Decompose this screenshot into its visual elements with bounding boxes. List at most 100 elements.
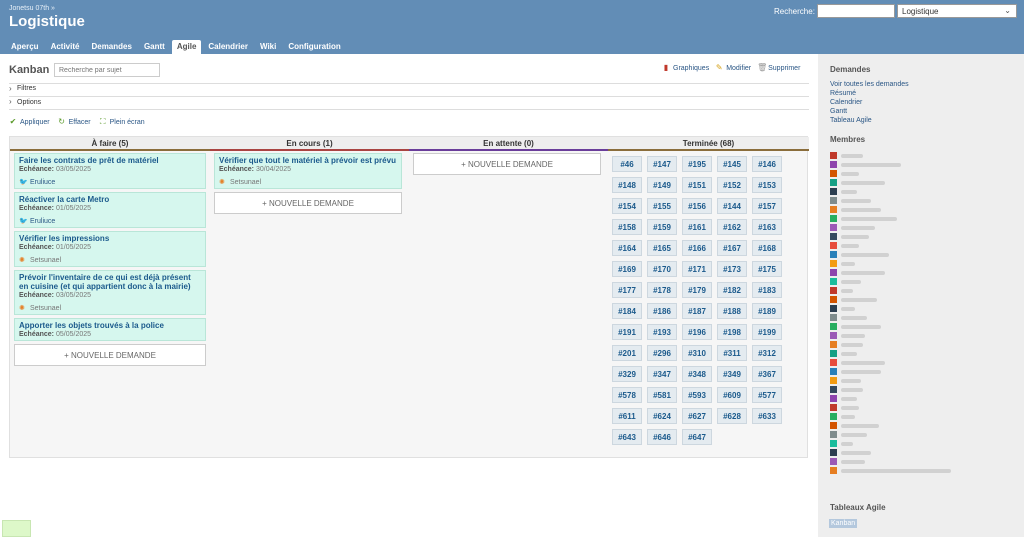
- closed-issue-link[interactable]: #161: [682, 219, 712, 235]
- member-item[interactable]: [830, 214, 951, 223]
- subject-search-input[interactable]: [54, 63, 160, 77]
- member-item[interactable]: [830, 187, 951, 196]
- parent-project-link[interactable]: Jonetsu 07th »: [9, 5, 55, 12]
- member-item[interactable]: [830, 322, 951, 331]
- tab-agile[interactable]: Agile: [171, 40, 202, 54]
- closed-issue-link[interactable]: #144: [717, 198, 747, 214]
- filters-toggle[interactable]: › Filtres: [9, 83, 809, 97]
- tab-issues[interactable]: Demandes: [86, 40, 136, 54]
- closed-issue-link[interactable]: #177: [612, 282, 642, 298]
- issue-assignee[interactable]: ✺ Setsunael: [19, 256, 201, 265]
- closed-issue-link[interactable]: #155: [647, 198, 677, 214]
- issue-title-link[interactable]: Vérifier les impressions: [19, 234, 201, 243]
- member-item[interactable]: [830, 241, 951, 250]
- member-item[interactable]: [830, 295, 951, 304]
- closed-issue-link[interactable]: #152: [717, 177, 747, 193]
- closed-issue-link[interactable]: #187: [682, 303, 712, 319]
- member-item[interactable]: [830, 277, 951, 286]
- closed-issue-link[interactable]: #577: [752, 387, 782, 403]
- global-search-input[interactable]: [817, 4, 895, 18]
- closed-issue-link[interactable]: #646: [647, 429, 677, 445]
- member-item[interactable]: [830, 304, 951, 313]
- member-item[interactable]: [830, 394, 951, 403]
- closed-issue-link[interactable]: #156: [682, 198, 712, 214]
- closed-issue-link[interactable]: #643: [612, 429, 642, 445]
- closed-issue-link[interactable]: #367: [752, 366, 782, 382]
- member-item[interactable]: [830, 457, 951, 466]
- closed-issue-link[interactable]: #168: [752, 240, 782, 256]
- member-item[interactable]: [830, 367, 951, 376]
- tab-calendar[interactable]: Calendrier: [203, 40, 253, 54]
- closed-issue-link[interactable]: #578: [612, 387, 642, 403]
- sidebar-link-calendar[interactable]: Calendrier: [830, 98, 909, 107]
- tab-gantt[interactable]: Gantt: [139, 40, 170, 54]
- project-jump-select[interactable]: Logistique ⌄: [897, 4, 1017, 18]
- closed-issue-link[interactable]: #162: [717, 219, 747, 235]
- closed-issue-link[interactable]: #157: [752, 198, 782, 214]
- closed-issue-link[interactable]: #198: [717, 324, 747, 340]
- closed-issue-link[interactable]: #199: [752, 324, 782, 340]
- closed-issue-link[interactable]: #166: [682, 240, 712, 256]
- closed-issue-link[interactable]: #153: [752, 177, 782, 193]
- member-item[interactable]: [830, 250, 951, 259]
- issue-title-link[interactable]: Faire les contrats de prêt de matériel: [19, 156, 201, 165]
- closed-issue-link[interactable]: #171: [682, 261, 712, 277]
- closed-issue-link[interactable]: #154: [612, 198, 642, 214]
- issue-card[interactable]: Prévoir l'inventaire de ce qui est déjà …: [14, 270, 206, 315]
- closed-issue-link[interactable]: #167: [717, 240, 747, 256]
- closed-issue-link[interactable]: #158: [612, 219, 642, 235]
- closed-issue-link[interactable]: #647: [682, 429, 712, 445]
- closed-issue-link[interactable]: #609: [717, 387, 747, 403]
- member-item[interactable]: [830, 160, 951, 169]
- member-item[interactable]: [830, 313, 951, 322]
- closed-issue-link[interactable]: #189: [752, 303, 782, 319]
- member-item[interactable]: [830, 232, 951, 241]
- member-item[interactable]: [830, 385, 951, 394]
- closed-issue-link[interactable]: #169: [612, 261, 642, 277]
- closed-issue-link[interactable]: #148: [612, 177, 642, 193]
- closed-issue-link[interactable]: #178: [647, 282, 677, 298]
- member-item[interactable]: [830, 151, 951, 160]
- closed-issue-link[interactable]: #581: [647, 387, 677, 403]
- closed-issue-link[interactable]: #196: [682, 324, 712, 340]
- member-item[interactable]: [830, 358, 951, 367]
- closed-issue-link[interactable]: #186: [647, 303, 677, 319]
- member-item[interactable]: [830, 268, 951, 277]
- issue-card[interactable]: Vérifier que tout le matériel à prévoir …: [214, 153, 402, 189]
- clear-button[interactable]: ↻ Effacer: [58, 118, 90, 126]
- closed-issue-link[interactable]: #145: [717, 156, 747, 172]
- closed-issue-link[interactable]: #310: [682, 345, 712, 361]
- closed-issue-link[interactable]: #163: [752, 219, 782, 235]
- closed-issue-link[interactable]: #183: [752, 282, 782, 298]
- member-item[interactable]: [830, 286, 951, 295]
- options-toggle[interactable]: › Options: [9, 96, 809, 110]
- closed-issue-link[interactable]: #46: [612, 156, 642, 172]
- tab-settings[interactable]: Configuration: [283, 40, 345, 54]
- closed-issue-link[interactable]: #184: [612, 303, 642, 319]
- member-item[interactable]: [830, 331, 951, 340]
- issue-title-link[interactable]: Vérifier que tout le matériel à prévoir …: [219, 156, 397, 165]
- closed-issue-link[interactable]: #182: [717, 282, 747, 298]
- member-item[interactable]: [830, 448, 951, 457]
- member-item[interactable]: [830, 196, 951, 205]
- tab-activity[interactable]: Activité: [46, 40, 85, 54]
- member-item[interactable]: [830, 412, 951, 421]
- closed-issue-link[interactable]: #170: [647, 261, 677, 277]
- sidebar-link-agile-board[interactable]: Tableau Agile: [830, 116, 909, 125]
- closed-issue-link[interactable]: #633: [752, 408, 782, 424]
- closed-issue-link[interactable]: #165: [647, 240, 677, 256]
- member-item[interactable]: [830, 340, 951, 349]
- sidebar-link-summary[interactable]: Résumé: [830, 89, 909, 98]
- closed-issue-link[interactable]: #179: [682, 282, 712, 298]
- closed-issue-link[interactable]: #151: [682, 177, 712, 193]
- sidebar-kanban-link[interactable]: Kanban: [829, 519, 858, 528]
- member-item[interactable]: [830, 430, 951, 439]
- tab-wiki[interactable]: Wiki: [255, 40, 281, 54]
- issue-card[interactable]: Vérifier les impressions Echéance: 01/05…: [14, 231, 206, 267]
- sidebar-link-all-issues[interactable]: Voir toutes les demandes: [830, 80, 909, 89]
- member-item[interactable]: [830, 169, 951, 178]
- issue-assignee[interactable]: 🐦 Eruliuce: [19, 217, 201, 226]
- apply-button[interactable]: ✔ Appliquer: [9, 118, 50, 126]
- closed-issue-link[interactable]: #147: [647, 156, 677, 172]
- delete-link[interactable]: 🗑 Supprimer: [757, 64, 800, 72]
